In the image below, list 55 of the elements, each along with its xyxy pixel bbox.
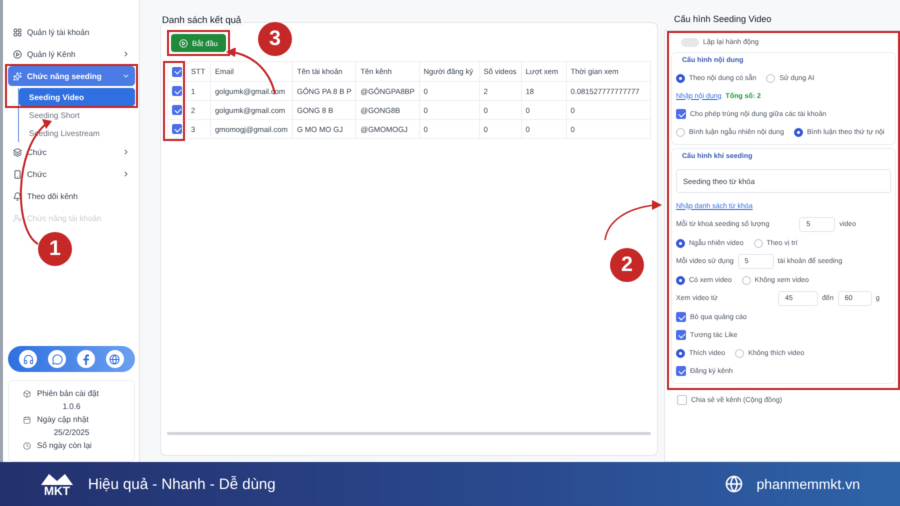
slogan: Hiệu quả - Nhanh - Dễ dùng: [88, 476, 276, 492]
headset-icon[interactable]: [19, 350, 38, 368]
user-icon: [13, 214, 22, 222]
info-value: 1.0.6: [62, 402, 80, 411]
radio-button[interactable]: [735, 348, 744, 358]
checkbox[interactable]: [676, 330, 686, 340]
bell-icon: [13, 192, 22, 200]
radio-button[interactable]: [676, 238, 685, 248]
sidebar-subitem[interactable]: Seeding Short: [19, 106, 135, 124]
calendar-icon: [23, 416, 31, 424]
radio-button[interactable]: [766, 74, 776, 82]
clock-icon: [23, 442, 31, 450]
panel-title: Danh sách kết quả: [159, 15, 244, 26]
footer-logo: MKT: [40, 471, 74, 497]
sidebar-item[interactable]: Chức năng seeding: [8, 66, 135, 86]
radio-button[interactable]: [676, 128, 685, 136]
checkbox[interactable]: [676, 312, 686, 322]
sparkle-icon: [13, 72, 22, 80]
chat-icon[interactable]: [48, 350, 66, 368]
layers-icon: [13, 148, 22, 156]
sidebar-item[interactable]: Quản lý tài khoản: [8, 22, 135, 42]
toggle-switch[interactable]: [681, 38, 699, 46]
info-label: Số ngày còn lại: [37, 441, 92, 450]
radio-button[interactable]: [742, 276, 751, 284]
radio-button[interactable]: [676, 348, 685, 358]
phone-icon: [13, 170, 22, 178]
panel-title: Cấu hình Seeding Video: [674, 14, 772, 24]
row-checkbox[interactable]: [172, 105, 182, 115]
info-label: Phiên bản cài đặt: [37, 389, 99, 398]
sidebar-item[interactable]: Chức: [8, 164, 135, 184]
scrollbar[interactable]: [167, 432, 651, 435]
info-label: Ngày cập nhật: [37, 415, 89, 424]
sidebar-item[interactable]: Theo dõi kênh: [8, 186, 135, 206]
row-checkbox[interactable]: [172, 124, 182, 134]
globe-icon[interactable]: [106, 350, 124, 368]
checkbox[interactable]: [676, 366, 686, 376]
globe-icon: [724, 475, 743, 493]
sidebar-subitem[interactable]: Seeding Video: [19, 88, 135, 106]
grid-icon: [13, 28, 22, 36]
checkbox[interactable]: [676, 109, 686, 119]
sidebar-item[interactable]: Quản lý Kênh: [8, 44, 135, 64]
play-icon: [179, 38, 188, 48]
radio-button[interactable]: [676, 74, 685, 82]
info-value: 25/2/2025: [54, 428, 90, 437]
facebook-icon[interactable]: [76, 350, 95, 368]
radio-button[interactable]: [676, 276, 685, 284]
curved-arrow: [602, 198, 664, 242]
checkbox[interactable]: [677, 395, 687, 405]
website-link[interactable]: phanmemmkt.vn: [756, 476, 860, 492]
box-icon: [23, 390, 31, 398]
radio-button[interactable]: [754, 238, 762, 248]
row-checkbox[interactable]: [172, 86, 182, 96]
radio-button[interactable]: [794, 128, 803, 136]
play-icon: [13, 50, 22, 58]
select-all-checkbox[interactable]: [172, 66, 182, 76]
